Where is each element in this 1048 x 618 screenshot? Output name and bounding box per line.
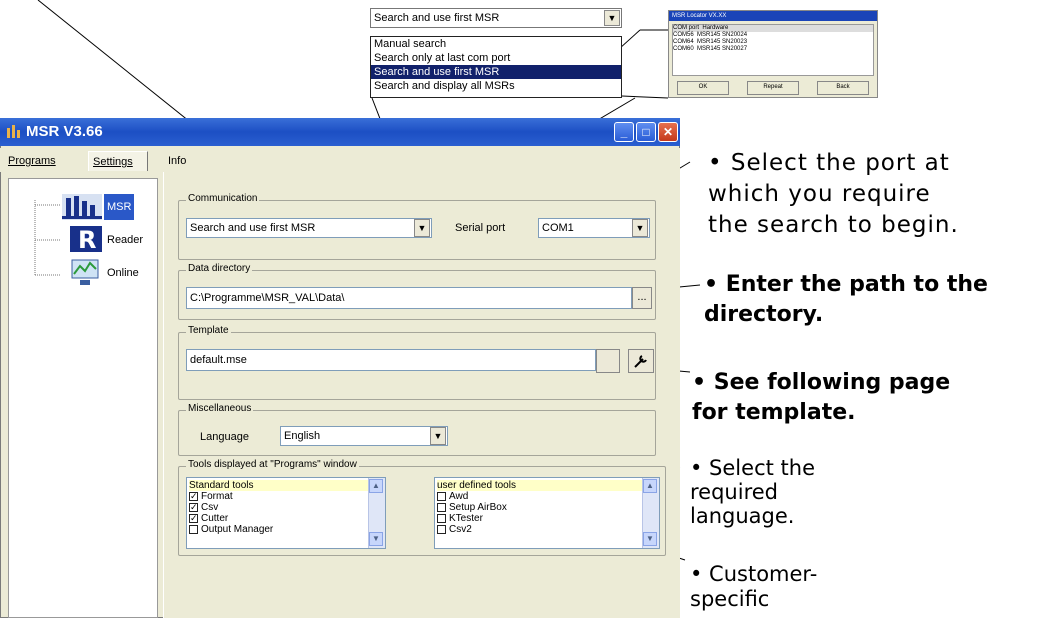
- wrench-icon: [634, 355, 647, 368]
- tool-item[interactable]: KTester: [437, 513, 657, 524]
- locator-ok-button[interactable]: OK: [677, 81, 729, 95]
- checkbox-icon[interactable]: [437, 513, 446, 523]
- tool-item[interactable]: Csv2: [437, 524, 657, 535]
- msr-locator-title: MSR Locator VX.XX: [669, 11, 877, 21]
- search-option[interactable]: Search and display all MSRs: [371, 79, 621, 93]
- user-tools-header: user defined tools: [437, 480, 657, 491]
- check-icon[interactable]: ✓: [189, 491, 198, 501]
- language-label: Language: [200, 431, 249, 443]
- search-mode-popup-value: Search and use first MSR: [374, 12, 500, 24]
- serial-port-arrow[interactable]: ▼: [632, 219, 648, 237]
- locator-repeat-button[interactable]: Repeat: [747, 81, 799, 95]
- annotation-language: • Select the required language.: [690, 456, 815, 528]
- browse-directory-button[interactable]: ...: [632, 287, 652, 309]
- search-mode-popup-arrow[interactable]: ▼: [604, 10, 620, 26]
- data-directory-input[interactable]: C:\Programme\MSR_VAL\Data\: [186, 287, 632, 309]
- search-option[interactable]: Manual search: [371, 37, 621, 51]
- scroll-up-icon[interactable]: ▲: [643, 479, 657, 493]
- standard-tools-list: Standard tools ✓ Format ✓ Csv ✓ Cutter Outp…: [186, 477, 386, 549]
- checkbox-icon[interactable]: [437, 502, 446, 512]
- sidebar-item-msr[interactable]: MSR: [104, 194, 135, 220]
- tool-item[interactable]: ✓ Csv: [189, 502, 383, 513]
- search-mode-select[interactable]: Search and use first MSR: [186, 218, 432, 238]
- search-mode-popup-field[interactable]: Search and use first MSR: [370, 8, 622, 28]
- template-input[interactable]: default.mse: [186, 349, 596, 371]
- standard-tools-header: Standard tools: [189, 480, 383, 491]
- locator-col-hw: Hardware: [702, 25, 729, 31]
- tool-item[interactable]: Awd: [437, 491, 657, 502]
- tool-item[interactable]: Setup AirBox: [437, 502, 657, 513]
- tool-item[interactable]: ✓ Cutter: [189, 513, 383, 524]
- data-directory-group-label: Data directory: [186, 263, 253, 274]
- search-mode-options: Manual search Search only at last com po…: [370, 36, 622, 98]
- tab-programs[interactable]: Programs: [4, 151, 60, 171]
- language-select[interactable]: English: [280, 426, 448, 446]
- sidebar-item-reader[interactable]: Reader: [107, 234, 143, 246]
- serial-port-value: COM1: [542, 222, 574, 234]
- check-icon[interactable]: ✓: [189, 502, 198, 512]
- communication-group-label: Communication: [186, 193, 260, 204]
- online-icon[interactable]: [70, 258, 102, 288]
- checkbox-icon[interactable]: [437, 524, 446, 534]
- template-group-label: Template: [186, 325, 231, 336]
- search-option[interactable]: Search only at last com port: [371, 51, 621, 65]
- annotation-template: • See following page for template.: [692, 370, 951, 425]
- tree-lines: [34, 200, 60, 276]
- reader-icon[interactable]: R: [70, 226, 102, 254]
- scroll-up-icon[interactable]: ▲: [369, 479, 383, 493]
- maximize-button[interactable]: □: [636, 122, 656, 142]
- scroll-down-icon[interactable]: ▼: [369, 532, 383, 546]
- window-title: MSR V3.66: [26, 123, 103, 140]
- tool-item[interactable]: Output Manager: [189, 524, 383, 535]
- checkbox-icon[interactable]: [437, 491, 446, 501]
- msr-icon[interactable]: [62, 194, 102, 220]
- annotation-directory: • Enter the path to the directory.: [704, 272, 988, 327]
- sidebar-item-online[interactable]: Online: [107, 267, 139, 279]
- locator-back-button[interactable]: Back: [817, 81, 869, 95]
- template-value: default.mse: [190, 354, 247, 366]
- misc-group-label: Miscellaneous: [186, 403, 254, 414]
- minimize-button[interactable]: _: [614, 122, 634, 142]
- tab-info[interactable]: Info: [164, 151, 190, 171]
- locator-row[interactable]: COM60 MSR145 SN20027: [673, 46, 873, 53]
- language-arrow[interactable]: ▼: [430, 427, 446, 445]
- annotation-customer: • Customer- specific: [690, 562, 818, 611]
- app-icon: [6, 124, 22, 140]
- search-mode-arrow[interactable]: ▼: [414, 219, 430, 237]
- svg-text:R: R: [78, 226, 96, 252]
- search-mode-value: Search and use first MSR: [190, 222, 316, 234]
- msr-locator-dialog: MSR Locator VX.XX COM port Hardware COM5…: [668, 10, 878, 98]
- locator-row[interactable]: COM64 MSR145 SN20023: [673, 39, 873, 46]
- tools-group-label: Tools displayed at "Programs" window: [186, 459, 359, 470]
- template-browse-button[interactable]: [596, 349, 620, 373]
- checkbox-icon[interactable]: [189, 524, 198, 534]
- data-directory-value: C:\Programme\MSR_VAL\Data\: [190, 292, 345, 304]
- close-button[interactable]: ✕: [658, 122, 678, 142]
- search-option-selected[interactable]: Search and use first MSR: [371, 65, 621, 79]
- annotation-port: • Select the port at which you require t…: [708, 150, 959, 238]
- locator-col-port: COM port: [673, 25, 700, 31]
- locator-row[interactable]: COM56 MSR145 SN20024: [673, 32, 873, 39]
- tool-item[interactable]: ✓ Format: [189, 491, 383, 502]
- user-tools-list: user defined tools Awd Setup AirBox KTes…: [434, 477, 660, 549]
- template-edit-button[interactable]: [628, 349, 654, 373]
- serial-port-label: Serial port: [455, 222, 506, 234]
- tab-settings[interactable]: Settings: [88, 151, 148, 171]
- check-icon[interactable]: ✓: [189, 513, 198, 523]
- language-value: English: [284, 430, 321, 442]
- scroll-down-icon[interactable]: ▼: [643, 532, 657, 546]
